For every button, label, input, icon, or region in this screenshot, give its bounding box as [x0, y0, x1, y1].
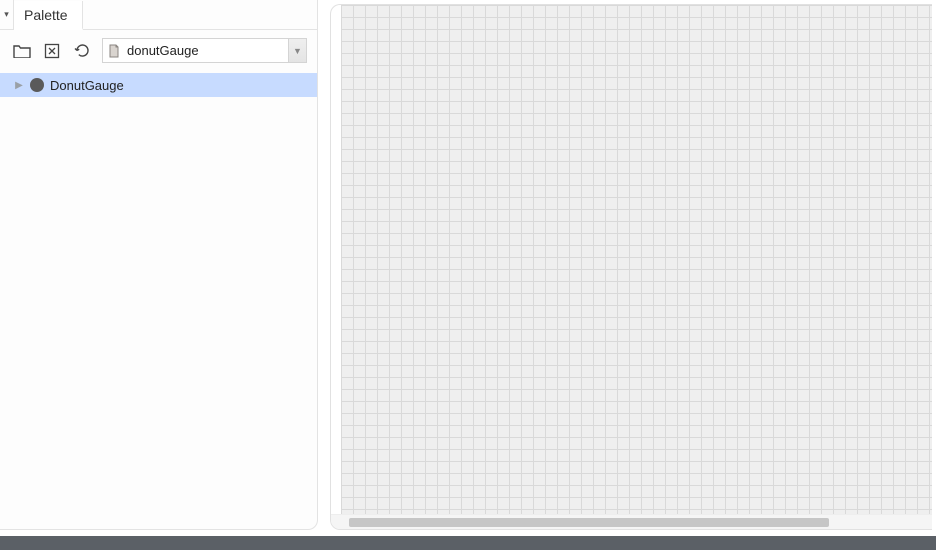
- component-type-icon: [103, 39, 125, 62]
- delete-icon[interactable]: [42, 41, 62, 61]
- folder-icon[interactable]: [12, 41, 32, 61]
- palette-toolbar: donutGauge ▼: [0, 30, 317, 71]
- palette-tree: ▶ DonutGauge: [0, 71, 317, 529]
- design-canvas-panel: [330, 4, 932, 530]
- reset-icon[interactable]: [72, 41, 92, 61]
- canvas-viewport[interactable]: [331, 5, 932, 514]
- canvas-horizontal-scrollbar[interactable]: [331, 514, 932, 529]
- palette-panel: ▾ Palette: [0, 0, 318, 530]
- app-root: ▾ Palette: [0, 0, 936, 550]
- tree-item-donutgauge[interactable]: ▶ DonutGauge: [0, 73, 317, 97]
- component-select-label: donutGauge: [125, 39, 288, 62]
- tab-palette[interactable]: Palette: [14, 1, 83, 30]
- component-select[interactable]: donutGauge ▼: [102, 38, 307, 63]
- palette-tabstrip: ▾ Palette: [0, 0, 317, 30]
- expander-icon[interactable]: ▶: [14, 80, 24, 91]
- tree-item-label: DonutGauge: [50, 78, 124, 93]
- scrollbar-thumb[interactable]: [349, 518, 829, 527]
- chevron-down-icon[interactable]: ▼: [288, 39, 306, 62]
- gauge-icon: [30, 78, 44, 92]
- canvas-grid: [341, 5, 932, 514]
- tab-palette-label: Palette: [24, 7, 68, 23]
- status-bar: [0, 536, 936, 550]
- palette-collapse-toggle[interactable]: ▾: [0, 0, 14, 29]
